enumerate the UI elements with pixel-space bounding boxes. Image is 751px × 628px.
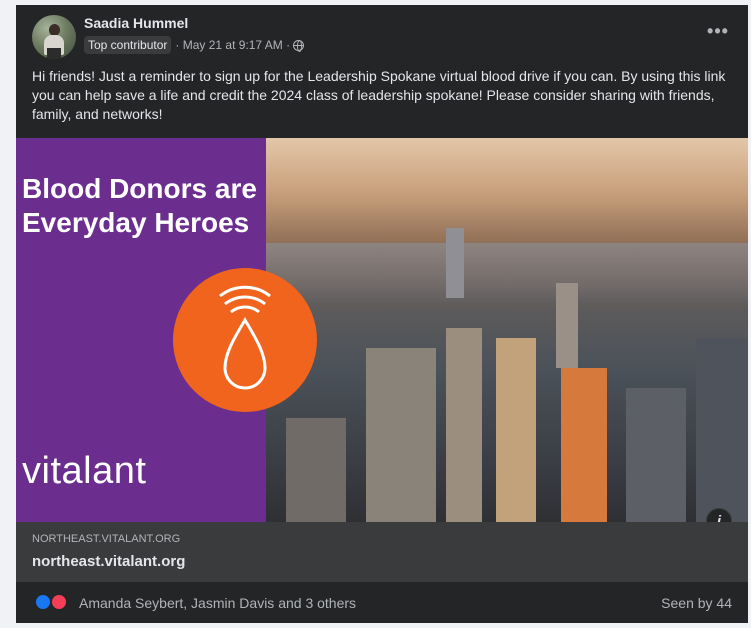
post-footer: Amanda Seybert, Jasmin Davis and 3 other…: [16, 582, 748, 623]
link-domain-caps: NORTHEAST.VITALANT.ORG: [32, 533, 181, 545]
globe-icon: [293, 39, 305, 52]
reactors-list[interactable]: Amanda Seybert, Jasmin Davis and 3 other…: [79, 595, 356, 611]
link-domain[interactable]: northeast.vitalant.org: [32, 553, 185, 570]
top-contributor-badge[interactable]: Top contributor: [84, 36, 172, 54]
building: [446, 228, 464, 298]
author-name[interactable]: Saadia Hummel: [84, 15, 188, 31]
drop-badge: [173, 268, 317, 412]
avatar-legs: [47, 48, 61, 59]
post-image[interactable]: Blood Donors are Everyday Heroes vitalan…: [16, 138, 748, 522]
more-icon[interactable]: •••: [704, 22, 732, 47]
post-text: Hi friends! Just a reminder to sign up f…: [32, 68, 726, 122]
building: [561, 368, 607, 522]
building: [626, 388, 686, 522]
building: [366, 348, 436, 522]
outer-border-bottom: [0, 623, 751, 628]
building: [556, 283, 578, 368]
reaction-icons[interactable]: [34, 593, 74, 611]
building: [286, 418, 346, 522]
avatar[interactable]: [32, 15, 76, 59]
headline: Blood Donors are Everyday Heroes: [22, 173, 257, 238]
love-icon: [50, 593, 68, 611]
link-preview[interactable]: NORTHEAST.VITALANT.ORG northeast.vitalan…: [16, 522, 748, 582]
building: [496, 338, 536, 522]
post-meta: Top contributor · May 21 at 9:17 AM ·: [84, 36, 305, 54]
drop-icon: [219, 285, 271, 390]
outer-border-left: [0, 0, 16, 628]
post-card: Saadia Hummel Top contributor · May 21 a…: [16, 5, 748, 623]
vitalant-logo: vitalant: [22, 450, 147, 492]
post-timestamp[interactable]: · May 21 at 9:17 AM ·: [175, 38, 290, 52]
building: [696, 338, 748, 522]
post-header: Saadia Hummel Top contributor · May 21 a…: [16, 5, 748, 65]
seen-by-count[interactable]: Seen by 44: [661, 595, 732, 611]
building: [446, 328, 482, 522]
river: [266, 243, 748, 303]
